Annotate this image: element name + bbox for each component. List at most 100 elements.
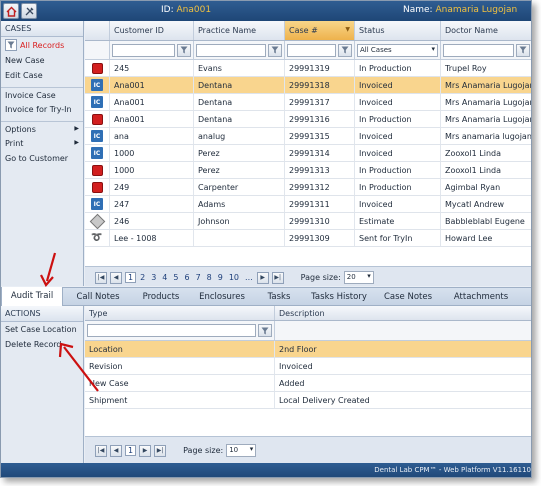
tab-case-notes[interactable]: Case Notes (375, 288, 441, 305)
last-page-button[interactable]: ▶| (154, 444, 167, 457)
table-row[interactable]: Shipment Local Delivery Created (85, 392, 531, 409)
table-row[interactable]: 249 Carpenter 29991312 In Production Agimbal… (85, 179, 531, 196)
type-filter-button[interactable] (258, 324, 272, 337)
page-link[interactable]: 3 (150, 273, 157, 282)
all-records-filter[interactable]: All Records (1, 37, 83, 53)
doctor-name-filter-button[interactable] (516, 43, 530, 57)
grid-filter-row: All Cases (85, 41, 531, 60)
customer-id-cell: Ana001 (110, 111, 194, 127)
options-menu[interactable]: Options ▶ (1, 121, 83, 136)
page-link[interactable]: 7 (195, 273, 202, 282)
column-header-type[interactable]: Type (85, 306, 275, 320)
annotation-arrow-icon (40, 252, 57, 287)
case-number-cell: 29991316 (285, 111, 355, 127)
status-cell: In Production (355, 179, 441, 195)
invoice-tryin-action[interactable]: Invoice for Try-In (1, 102, 83, 117)
customer-id-filter-input[interactable] (112, 43, 175, 57)
home-button[interactable] (3, 3, 19, 19)
page-size-select[interactable]: 10 (226, 444, 257, 457)
table-row[interactable]: IC 247 Adams 29991311 Invoiced Mycatl Andrew (85, 196, 531, 213)
page-link[interactable]: ... (244, 273, 254, 282)
invoice-case-action[interactable]: Invoice Case (1, 87, 83, 102)
sort-down-icon: ▼ (345, 26, 350, 33)
table-row[interactable]: IC Ana001 Dentana 29991317 Invoiced Mrs Anama… (85, 94, 531, 111)
practice-name-filter-input[interactable] (196, 43, 266, 57)
next-page-button[interactable]: ▶ (139, 444, 152, 457)
table-row[interactable]: IC ana analug 29991315 Invoiced Mrs anamaria … (85, 128, 531, 145)
page-link[interactable]: 6 (183, 273, 190, 282)
column-header-practice-name[interactable]: Practice Name (194, 21, 285, 40)
description-cell: Local Delivery Created (275, 392, 531, 408)
table-row[interactable]: 246 Johnson 29991310 Estimate Babbleblabl Eu… (85, 213, 531, 230)
tab-audit-trail[interactable]: Audit Trail (1, 287, 63, 307)
page-link[interactable]: 5 (172, 273, 179, 282)
page-link[interactable]: 4 (161, 273, 168, 282)
edit-case-action[interactable]: Edit Case (1, 68, 83, 83)
customer-id-filter-button[interactable] (177, 43, 191, 57)
new-case-action[interactable]: New Case (1, 53, 83, 68)
type-filter-input[interactable] (87, 324, 256, 337)
footer-version: Dental Lab CPM™ - Web Platform V11.16110 (374, 466, 531, 474)
tab-products[interactable]: Products (133, 288, 189, 305)
first-page-button[interactable]: |◀ (95, 271, 107, 284)
tab-call-notes[interactable]: Call Notes (63, 288, 133, 305)
table-row[interactable]: IC 1000 Perez 29991314 Invoiced Zooxol1 Linda (85, 145, 531, 162)
page-size-label: Page size: (300, 273, 341, 282)
go-to-customer-action[interactable]: Go to Customer (1, 151, 83, 166)
prev-page-button[interactable]: ◀ (110, 444, 122, 457)
tab-attachments[interactable]: Attachments (441, 288, 521, 305)
practice-name-cell: Dentana (194, 94, 285, 110)
table-row[interactable]: 245 Evans 29991319 In Production Trupel Roy (85, 60, 531, 77)
table-row[interactable]: Location 2nd Floor (85, 341, 531, 358)
in-production-icon (91, 164, 103, 176)
tools-button[interactable] (21, 3, 37, 19)
table-row[interactable]: Ana001 Dentana 29991316 In Production Mrs An… (85, 111, 531, 128)
case-number-cell: 29991310 (285, 213, 355, 229)
page-link[interactable]: 9 (217, 273, 224, 282)
customer-id-cell: 249 (110, 179, 194, 195)
doctor-name-cell: Mycatl Andrew (441, 196, 531, 212)
page-link[interactable]: 8 (206, 273, 213, 282)
practice-name-cell: Perez (194, 162, 285, 178)
status-cell: Invoiced (355, 196, 441, 212)
app-window: ID: Ana001 Name: Anamaria Lugojan CASES … (0, 0, 532, 478)
case-number-filter-input[interactable] (287, 43, 336, 57)
audit-trail-grid: Type Description Location 2nd Floor Revisi… (85, 306, 531, 436)
top-bar: ID: Ana001 Name: Anamaria Lugojan (1, 1, 531, 21)
set-case-location-action[interactable]: Set Case Location (1, 322, 83, 337)
tab-tasks-history[interactable]: Tasks History (303, 288, 375, 305)
case-number-filter-button[interactable] (338, 43, 352, 57)
table-row[interactable]: Revision Invoiced (85, 358, 531, 375)
doctor-name-filter-input[interactable] (443, 43, 514, 57)
page-link[interactable]: 2 (139, 273, 146, 282)
column-header-case-number[interactable]: Case # ▼ (285, 21, 355, 40)
next-page-button[interactable]: ▶ (256, 271, 269, 284)
tab-enclosures[interactable]: Enclosures (189, 288, 255, 305)
column-header-description[interactable]: Description (275, 306, 531, 320)
status-cell: In Production (355, 111, 441, 127)
print-menu[interactable]: Print ▶ (1, 136, 83, 151)
last-page-button[interactable]: ▶| (271, 271, 284, 284)
column-header-doctor-name[interactable]: Doctor Name (441, 21, 531, 40)
table-row[interactable]: IC Ana001 Dentana 29991318 Invoiced Mrs Anama… (85, 77, 531, 94)
column-header-status[interactable]: Status (355, 21, 441, 40)
options-label: Options (5, 125, 36, 134)
doctor-name-cell: Zooxol1 Linda (441, 162, 531, 178)
prev-page-button[interactable]: ◀ (110, 271, 122, 284)
send-tryin-icon: ➰ (91, 233, 103, 243)
customer-id-cell: 247 (110, 196, 194, 212)
table-row[interactable]: ➰ Lee - 1008 29991309 Sent for TryIn Howard … (85, 230, 531, 247)
page-current[interactable]: 1 (125, 272, 137, 283)
description-cell: Added (275, 375, 531, 391)
status-filter-select[interactable]: All Cases (357, 43, 438, 57)
table-row[interactable]: New Case Added (85, 375, 531, 392)
column-header-customer-id[interactable]: Customer ID (110, 21, 194, 40)
first-page-button[interactable]: |◀ (95, 444, 107, 457)
tab-tasks[interactable]: Tasks (255, 288, 303, 305)
page-current[interactable]: 1 (125, 445, 137, 456)
practice-name-filter-button[interactable] (268, 43, 282, 57)
audit-filter-row (85, 321, 531, 341)
table-row[interactable]: 1000 Perez 29991313 In Production Zooxol1 Li… (85, 162, 531, 179)
page-size-select[interactable]: 20 (343, 271, 374, 284)
page-link[interactable]: 10 (228, 273, 240, 282)
